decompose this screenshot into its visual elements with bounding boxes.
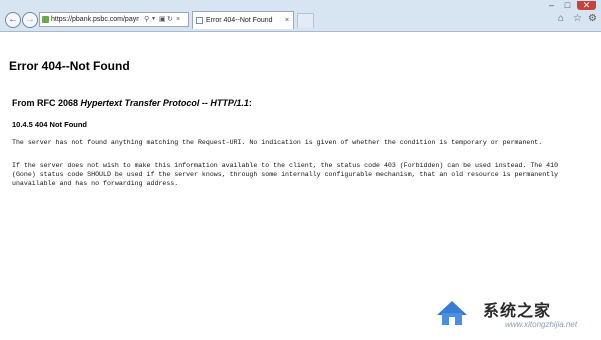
watermark: 系统之家 www.xitongzhijia.net [435, 295, 601, 340]
tab-close-icon[interactable]: × [285, 12, 289, 29]
maximize-button[interactable]: □ [561, 1, 574, 10]
refresh-icon[interactable]: ↻ [167, 13, 173, 26]
rfc-suffix: : [248, 98, 252, 108]
lock-icon[interactable]: ▣ [159, 13, 166, 26]
forward-arrow-icon: → [25, 14, 35, 25]
page-title: Error 404--Not Found [9, 59, 130, 73]
page-icon [196, 17, 203, 24]
address-url[interactable]: https://pbank.psbc.com/payment/main [51, 13, 139, 26]
page-content: Error 404--Not Found From RFC 2068 Hyper… [0, 32, 601, 340]
site-icon [42, 16, 49, 23]
status-heading: 10.4.5 404 Not Found [12, 120, 88, 129]
rfc-protocol-name: Hypertext Transfer Protocol -- HTTP/1.1 [80, 98, 249, 108]
rfc-prefix: From RFC 2068 [12, 98, 81, 108]
tab-error-404[interactable]: Error 404--Not Found × [192, 11, 294, 29]
description-paragraph-2: If the server does not wish to make this… [12, 162, 559, 187]
watermark-text: 系统之家 [483, 303, 552, 320]
close-icon[interactable]: × [176, 13, 180, 26]
description-paragraph-1: The server has not found anything matchi… [12, 139, 543, 146]
gear-icon[interactable]: ⚙ [588, 13, 597, 24]
watermark-logo-icon [437, 301, 467, 325]
chevron-down-icon[interactable]: ▾ [152, 13, 155, 26]
rfc-heading: From RFC 2068 Hypertext Transfer Protoco… [12, 98, 252, 108]
home-icon[interactable]: ⌂ [558, 13, 564, 24]
back-button[interactable]: ← [5, 12, 21, 28]
star-icon[interactable]: ☆ [573, 13, 582, 24]
minimize-button[interactable]: – [545, 1, 558, 10]
watermark-url: www.xitongzhijia.net [505, 320, 578, 329]
address-bar[interactable]: https://pbank.psbc.com/payment/main ⚲ ▾ … [39, 12, 189, 27]
tab-title: Error 404--Not Found [206, 17, 273, 24]
back-arrow-icon: ← [8, 14, 18, 25]
search-icon[interactable]: ⚲ [144, 13, 149, 26]
forward-button[interactable]: → [22, 12, 38, 28]
browser-toolbar: – □ ✕ ← → https://pbank.psbc.com/payment… [0, 0, 601, 32]
new-tab-button[interactable] [297, 13, 314, 28]
close-window-button[interactable]: ✕ [577, 1, 596, 10]
